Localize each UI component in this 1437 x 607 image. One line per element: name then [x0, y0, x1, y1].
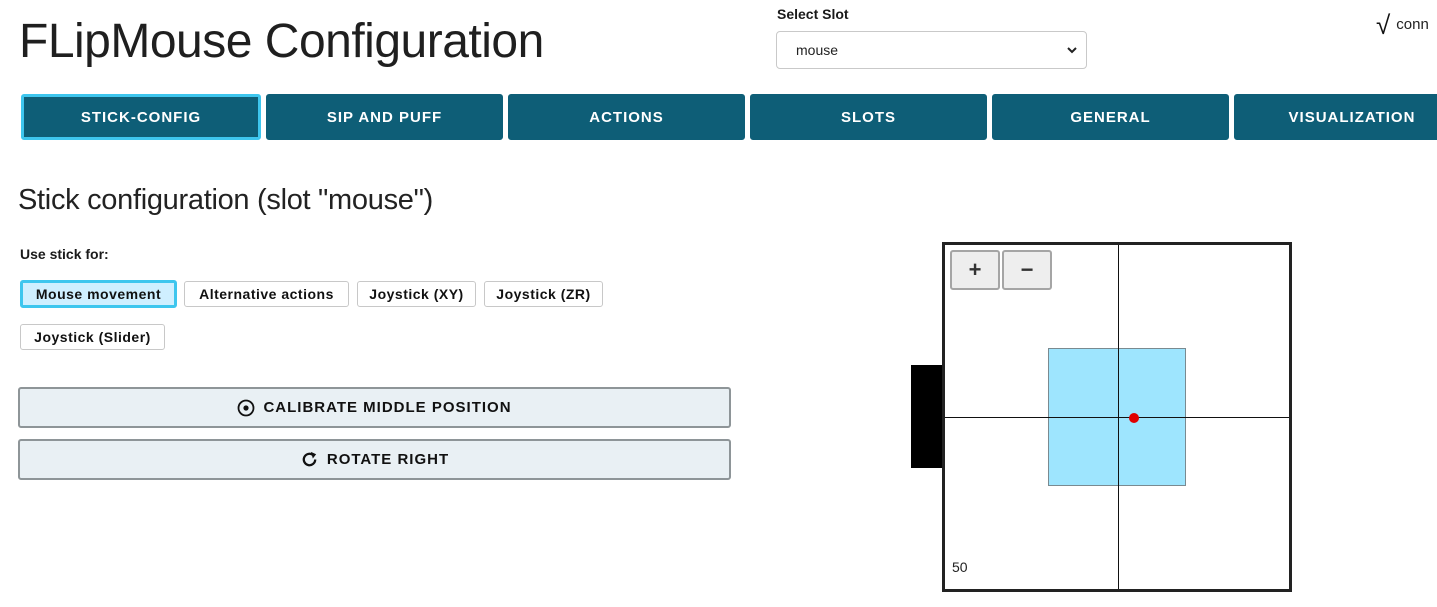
connection-status: √ conn [1376, 12, 1429, 38]
use-stick-label: Use stick for: [20, 246, 109, 262]
tab-sip-and-puff[interactable]: SIP AND PUFF [266, 94, 503, 140]
calibrate-middle-button[interactable]: CALIBRATE MIDDLE POSITION [18, 387, 731, 428]
tab-actions[interactable]: ACTIONS [508, 94, 745, 140]
zoom-out-button[interactable]: − [1002, 250, 1052, 290]
section-title: Stick configuration (slot "mouse") [18, 184, 433, 216]
tab-stick-config[interactable]: STICK-CONFIG [21, 94, 261, 140]
select-slot-label: Select Slot [777, 6, 849, 22]
slot-select[interactable]: mouse [776, 31, 1087, 69]
tab-visualization[interactable]: VISUALIZATION [1234, 94, 1437, 140]
mode-joystick-xy-button[interactable]: Joystick (XY) [357, 281, 476, 307]
chevron-down-icon [1067, 47, 1077, 54]
rotate-label: ROTATE RIGHT [326, 451, 450, 468]
target-icon [238, 399, 255, 416]
connection-text: conn [1396, 16, 1429, 33]
tab-slots[interactable]: SLOTS [750, 94, 987, 140]
zoom-in-button[interactable]: + [950, 250, 1000, 290]
check-icon: √ [1376, 10, 1391, 40]
stick-position-dot [1129, 413, 1139, 423]
mode-mouse-movement-button[interactable]: Mouse movement [20, 280, 177, 308]
zoom-level-value: 50 [952, 559, 968, 575]
rotate-right-icon [302, 451, 317, 467]
stick-visualization: + − 50 [942, 242, 1292, 592]
calibrate-label: CALIBRATE MIDDLE POSITION [263, 399, 512, 416]
mode-joystick-zr-button[interactable]: Joystick (ZR) [484, 281, 603, 307]
app-title: FLipMouse Configuration [19, 15, 544, 68]
slot-select-value: mouse [796, 42, 839, 58]
tab-general[interactable]: GENERAL [992, 94, 1229, 140]
mode-joystick-slider-button[interactable]: Joystick (Slider) [20, 324, 165, 350]
mode-alternative-actions-button[interactable]: Alternative actions [184, 281, 349, 307]
x-axis-line [945, 417, 1289, 418]
stick-plot-side-tab [911, 365, 943, 468]
rotate-right-button[interactable]: ROTATE RIGHT [18, 439, 731, 480]
